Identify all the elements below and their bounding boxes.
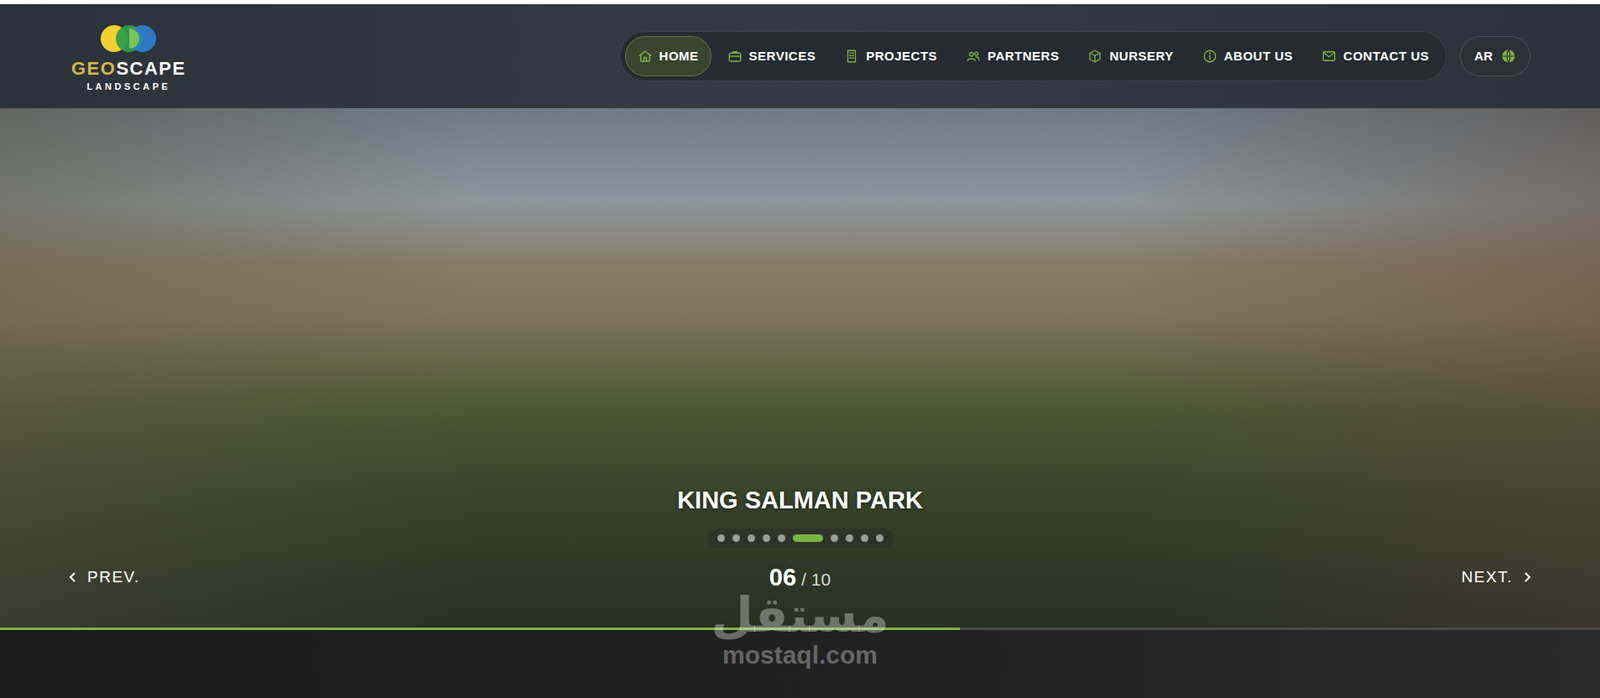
nav-item[interactable]: PROJECTS <box>831 36 950 78</box>
logo-geo: GEO <box>71 57 116 79</box>
home-icon <box>637 48 653 64</box>
nav-item[interactable]: SERVICES <box>714 36 829 78</box>
slide-dot[interactable] <box>762 534 771 543</box>
logo-name: GEOSCAPE <box>71 59 187 79</box>
slide-dot[interactable] <box>732 534 741 543</box>
nav-label: CONTACT US <box>1343 46 1429 67</box>
watermark-arabic: مستقل <box>0 590 1600 640</box>
slide-dot[interactable] <box>747 534 756 543</box>
next-label: NEXT. <box>1461 565 1513 590</box>
header-right: HOME SERVICES PROJECTS PARTNERS NURSERY ABOUT… <box>620 31 1531 83</box>
watermark-latin: mostaql.com <box>0 642 1600 668</box>
page: GEOSCAPE LANDSCAPE HOME SERVICES PROJECTS PAR… <box>0 0 1600 698</box>
main-nav: HOME SERVICES PROJECTS PARTNERS NURSERY ABOUT… <box>620 31 1448 83</box>
total-slides: / 10 <box>801 566 831 594</box>
users-icon <box>965 48 981 64</box>
slide-dot[interactable] <box>875 534 884 543</box>
globe-icon <box>1500 48 1517 64</box>
nav-label: PROJECTS <box>865 46 938 67</box>
prev-button[interactable]: PREV. <box>67 565 168 590</box>
nav-item[interactable]: NURSERY <box>1074 36 1186 78</box>
nav-label: SERVICES <box>749 46 817 67</box>
nav-label: ABOUT US <box>1224 46 1293 67</box>
slide-dots <box>707 528 894 548</box>
logo-subtitle: LANDSCAPE <box>71 82 187 92</box>
site-header: GEOSCAPE LANDSCAPE HOME SERVICES PROJECTS PAR… <box>0 4 1600 109</box>
chevron-right-icon <box>1521 571 1533 584</box>
prev-label: PREV. <box>87 565 141 590</box>
hero-slider: KING SALMAN PARK PREV. 06/ 10 NEXT. <box>0 108 1600 628</box>
slide-dot[interactable] <box>792 534 824 543</box>
watermark: مستقلmostaql.com <box>0 590 1600 668</box>
slide-dot[interactable] <box>777 534 786 543</box>
language-button[interactable]: AR <box>1459 36 1531 78</box>
box-icon <box>1087 48 1103 64</box>
nav-label: HOME <box>659 46 699 67</box>
nav-item[interactable]: PARTNERS <box>953 36 1072 78</box>
language-label: AR <box>1474 46 1493 67</box>
nav-item[interactable]: CONTACT US <box>1308 36 1442 78</box>
logo-text: GEOSCAPE LANDSCAPE <box>71 59 187 92</box>
current-slide: 06 <box>769 559 797 597</box>
briefcase-icon <box>727 48 743 64</box>
next-button[interactable]: NEXT. <box>1432 565 1533 590</box>
slide-dot[interactable] <box>845 534 854 543</box>
slide-title: KING SALMAN PARK <box>677 485 923 516</box>
nav-label: NURSERY <box>1109 46 1173 67</box>
logo-scape: SCAPE <box>115 57 186 79</box>
slide-counter: 06/ 10 <box>769 559 831 597</box>
info-icon <box>1202 48 1218 64</box>
slide-dot[interactable] <box>830 534 839 543</box>
nav-item[interactable]: HOME <box>625 36 712 78</box>
envelope-icon <box>1321 48 1337 64</box>
bottom-band <box>0 630 1600 698</box>
nav-item[interactable]: ABOUT US <box>1189 36 1306 78</box>
slide-dot[interactable] <box>717 534 725 543</box>
chevron-left-icon <box>67 571 79 584</box>
site-logo[interactable]: GEOSCAPE LANDSCAPE <box>71 20 187 92</box>
building-icon <box>844 48 860 64</box>
logo-circles-icon <box>95 20 162 57</box>
slide-dot[interactable] <box>860 534 869 543</box>
nav-label: PARTNERS <box>987 46 1059 67</box>
slider-controls: PREV. 06/ 10 NEXT. <box>0 559 1600 597</box>
